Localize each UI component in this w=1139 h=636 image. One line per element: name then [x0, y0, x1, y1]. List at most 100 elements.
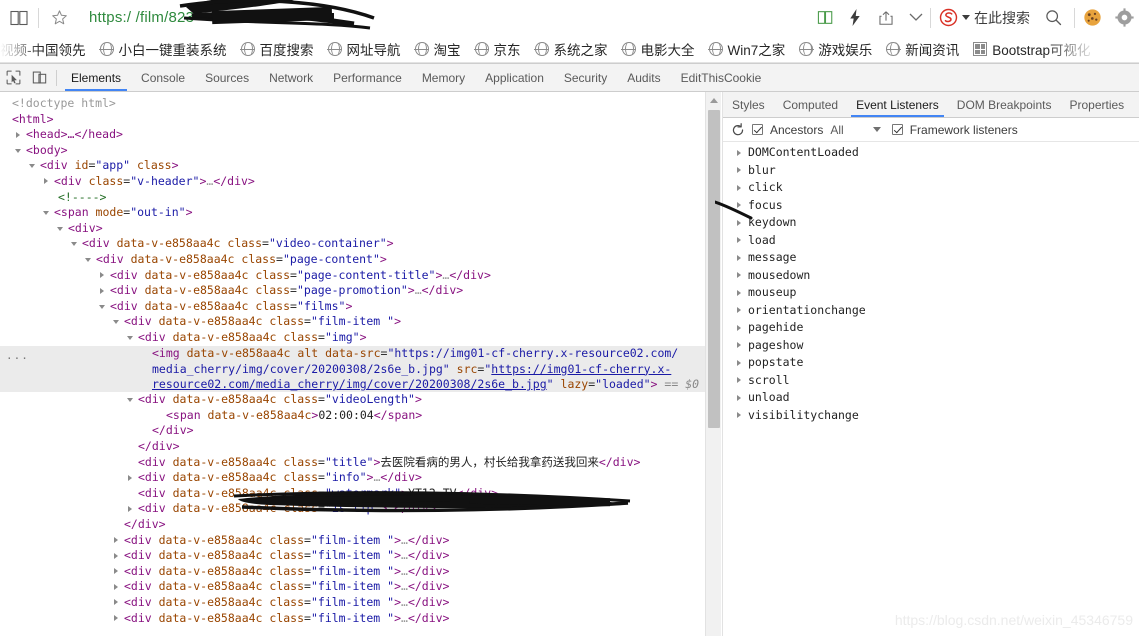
- dom-node-img-selected[interactable]: ... <img data-v-e858aa4c alt data-src="h…: [0, 346, 705, 393]
- sidebar-tab-dom-breakpoints[interactable]: DOM Breakpoints: [948, 92, 1061, 117]
- dom-node-film-item[interactable]: <div data-v-e858aa4c class="film-item ">…: [0, 579, 705, 595]
- chevron-right-icon[interactable]: [737, 395, 741, 401]
- bookmark-item[interactable]: 百度搜索: [234, 36, 321, 63]
- chevron-right-icon[interactable]: [114, 568, 118, 574]
- tab-memory[interactable]: Memory: [412, 64, 475, 91]
- dom-node-div-plain[interactable]: <div>: [0, 221, 705, 237]
- bookmark-item[interactable]: Bootstrap可视化: [966, 36, 1097, 63]
- dom-node-film-item[interactable]: <div data-v-e858aa4c class="film-item ">…: [0, 595, 705, 611]
- lightning-icon[interactable]: [840, 0, 870, 36]
- chevron-down-icon[interactable]: [113, 320, 119, 324]
- chevron-right-icon[interactable]: [114, 599, 118, 605]
- chevron-right-icon[interactable]: [737, 220, 741, 226]
- dom-node-v-header[interactable]: <div class="v-header">…</div>: [0, 174, 705, 190]
- listener-filter-value[interactable]: All: [830, 123, 843, 137]
- chevron-right-icon[interactable]: [128, 475, 132, 481]
- cookie-icon[interactable]: [1075, 0, 1109, 36]
- bookmark-item[interactable]: 新闻资讯: [879, 36, 966, 63]
- dom-node-is-tip[interactable]: <div data-v-e858aa4c class="is-tip">…</d…: [0, 501, 705, 517]
- gear-icon[interactable]: [1109, 0, 1139, 36]
- sidebar-tab-computed[interactable]: Computed: [774, 92, 847, 117]
- search-engine-chevron-icon[interactable]: [962, 15, 970, 20]
- dom-node-video-container[interactable]: <div data-v-e858aa4c class="video-contai…: [0, 236, 705, 252]
- listener-item[interactable]: keydown: [723, 214, 1139, 232]
- chevron-right-icon[interactable]: [114, 553, 118, 559]
- refresh-icon[interactable]: [731, 123, 745, 137]
- share-icon[interactable]: [870, 0, 902, 36]
- bookmark-item[interactable]: 电影大全: [615, 36, 702, 63]
- dom-tree-pane[interactable]: <!doctype html> <html> <head>…</head> <b…: [0, 92, 705, 636]
- dom-node-film-item[interactable]: <div data-v-e858aa4c class="film-item ">…: [0, 533, 705, 549]
- dom-node-title[interactable]: <div data-v-e858aa4c class="title">去医院看病…: [0, 455, 705, 471]
- chevron-right-icon[interactable]: [737, 307, 741, 313]
- dom-node-head[interactable]: <head>…</head>: [0, 127, 705, 143]
- dom-node-page-content-title[interactable]: <div data-v-e858aa4c class="page-content…: [0, 268, 705, 284]
- bookmark-item[interactable]: 游戏娱乐: [792, 36, 879, 63]
- chevron-down-icon[interactable]: [127, 398, 133, 402]
- chevron-right-icon[interactable]: [128, 506, 132, 512]
- search-input-placeholder[interactable]: 在此搜索: [974, 8, 1030, 28]
- chevron-right-icon[interactable]: [737, 272, 741, 278]
- chevron-right-icon[interactable]: [737, 360, 741, 366]
- chevron-down-icon[interactable]: [71, 242, 77, 246]
- listener-item[interactable]: message: [723, 249, 1139, 267]
- listener-item[interactable]: popstate: [723, 354, 1139, 372]
- chevron-right-icon[interactable]: [737, 412, 741, 418]
- search-icon[interactable]: [1032, 0, 1074, 36]
- inspect-element-icon[interactable]: [0, 64, 26, 91]
- dom-node-html[interactable]: <html>: [0, 112, 705, 128]
- dom-node-page-content[interactable]: <div data-v-e858aa4c class="page-content…: [0, 252, 705, 268]
- tab-sources[interactable]: Sources: [195, 64, 259, 91]
- dom-node-videolength[interactable]: <div data-v-e858aa4c class="videoLength"…: [0, 392, 705, 408]
- chevron-right-icon[interactable]: [16, 132, 20, 138]
- chevron-down-icon[interactable]: [43, 211, 49, 215]
- device-toolbar-icon[interactable]: [26, 64, 52, 91]
- dom-pane-scrollbar[interactable]: [705, 92, 721, 636]
- bookmark-item[interactable]: 小白一键重装系统: [93, 36, 234, 63]
- listener-item[interactable]: focus: [723, 197, 1139, 215]
- dom-node-body[interactable]: <body>: [0, 143, 705, 159]
- chevron-right-icon[interactable]: [737, 377, 741, 383]
- dom-node-watermark[interactable]: <div data-v-e858aa4c class="watermark">Y…: [0, 486, 705, 502]
- bookmark-item[interactable]: Win7之家: [702, 36, 793, 63]
- chevron-down-icon[interactable]: [15, 149, 21, 153]
- dom-node-img-wrapper[interactable]: <div data-v-e858aa4c class="img">: [0, 330, 705, 346]
- chevron-down-icon[interactable]: [29, 164, 35, 168]
- listener-item[interactable]: pagehide: [723, 319, 1139, 337]
- dom-node-film-item[interactable]: <div data-v-e858aa4c class="film-item ">…: [0, 564, 705, 580]
- search-engine-selector[interactable]: 在此搜索: [931, 8, 1032, 28]
- tab-elements[interactable]: Elements: [61, 64, 131, 91]
- chevron-right-icon[interactable]: [737, 325, 741, 331]
- tab-network[interactable]: Network: [259, 64, 323, 91]
- bookmark-item[interactable]: 京东: [468, 36, 528, 63]
- dom-node-span-transition[interactable]: <span mode="out-in">: [0, 205, 705, 221]
- tab-editthiscookie[interactable]: EditThisCookie: [671, 64, 772, 91]
- chevron-right-icon[interactable]: [100, 272, 104, 278]
- listener-item[interactable]: unload: [723, 389, 1139, 407]
- listener-item[interactable]: blur: [723, 162, 1139, 180]
- scrollbar-thumb[interactable]: [708, 110, 720, 428]
- chevron-right-icon[interactable]: [737, 290, 741, 296]
- bookmark-item[interactable]: 淘宝: [408, 36, 468, 63]
- tab-performance[interactable]: Performance: [323, 64, 412, 91]
- dom-node-videolength-span[interactable]: <span data-v-e858aa4c>02:00:04</span>: [0, 408, 705, 424]
- bookmark-item[interactable]: 网址导航: [321, 36, 408, 63]
- tab-application[interactable]: Application: [475, 64, 554, 91]
- ancestors-checkbox[interactable]: [752, 124, 763, 135]
- listener-item[interactable]: load: [723, 232, 1139, 250]
- collections-icon[interactable]: [810, 0, 840, 36]
- chevron-right-icon[interactable]: [114, 615, 118, 621]
- bookmark-item[interactable]: 系统之家: [528, 36, 615, 63]
- chevron-right-icon[interactable]: [737, 255, 741, 261]
- chevron-right-icon[interactable]: [737, 202, 741, 208]
- dom-node-film-item-expanded[interactable]: <div data-v-e858aa4c class="film-item ">: [0, 314, 705, 330]
- chevron-down-icon[interactable]: [99, 305, 105, 309]
- framework-listeners-checkbox[interactable]: [892, 124, 903, 135]
- chevron-down-icon[interactable]: [57, 227, 63, 231]
- tab-security[interactable]: Security: [554, 64, 617, 91]
- listener-item[interactable]: orientationchange: [723, 302, 1139, 320]
- chevron-right-icon[interactable]: [737, 237, 741, 243]
- chevron-right-icon[interactable]: [44, 178, 48, 184]
- sidebar-tab-event-listeners[interactable]: Event Listeners: [847, 92, 948, 117]
- tab-audits[interactable]: Audits: [617, 64, 670, 91]
